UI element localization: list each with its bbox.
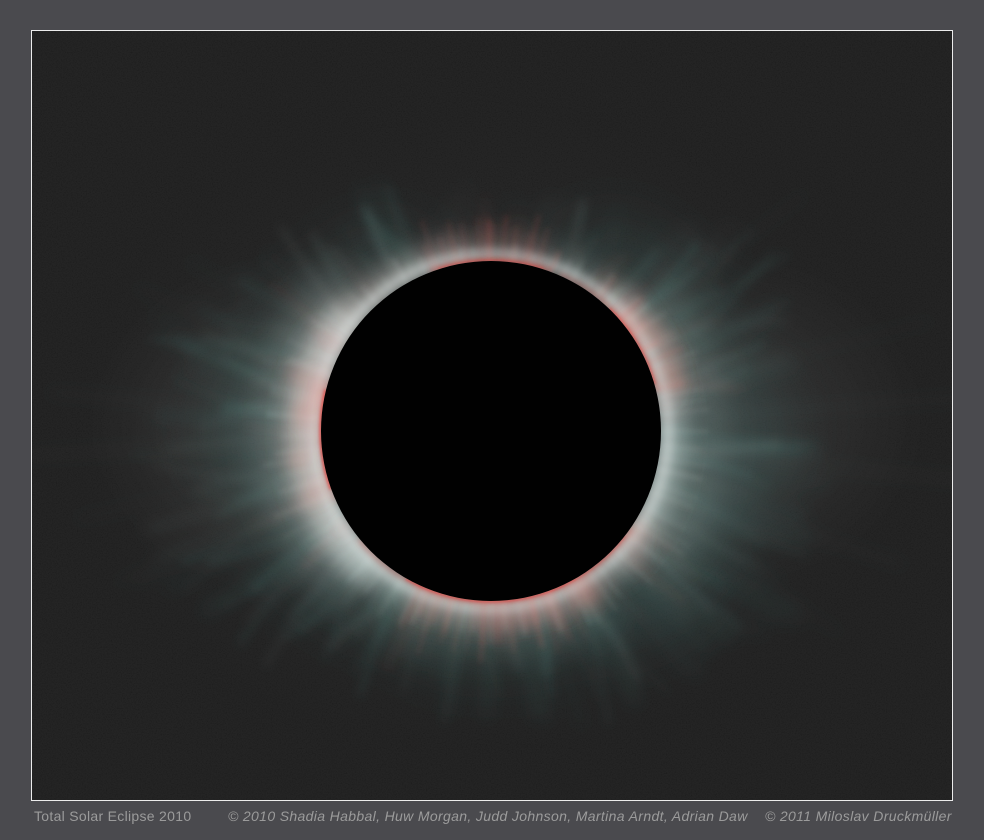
svg-text:© 2010 Shadia Habbal, Huw Morg: © 2010 Shadia Habbal, Huw Morgan, Judd J… bbox=[228, 808, 748, 824]
svg-text:Total Solar Eclipse 2010: Total Solar Eclipse 2010 bbox=[34, 808, 191, 824]
svg-text:© 2011 Miloslav Druckmüller: © 2011 Miloslav Druckmüller bbox=[765, 808, 953, 824]
